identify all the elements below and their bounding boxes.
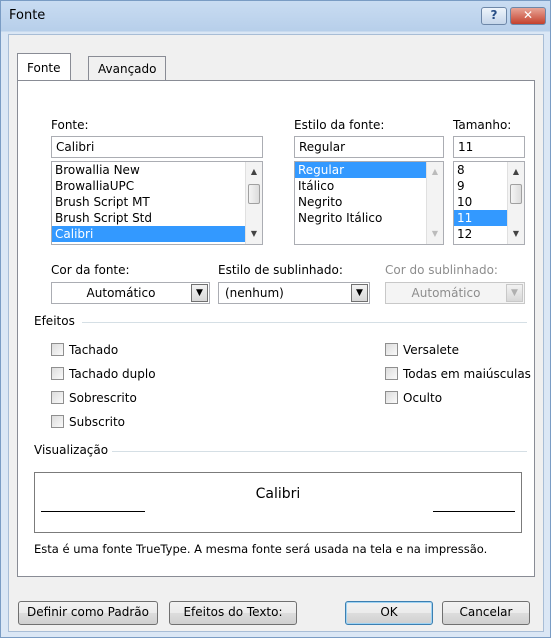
font-color-label: Cor da fonte: — [51, 263, 130, 277]
hidden-checkbox[interactable]: Oculto — [385, 391, 442, 405]
style-input[interactable]: Regular — [294, 136, 444, 158]
small-caps-checkbox[interactable]: Versalete — [385, 343, 459, 357]
font-list-item[interactable]: Brush Script MT — [52, 194, 262, 210]
ok-button[interactable]: OK — [345, 601, 433, 625]
preview-line-right — [433, 511, 515, 512]
tab-fonte[interactable]: Fonte — [17, 53, 71, 80]
scroll-down-icon[interactable]: ▼ — [427, 226, 443, 242]
style-label: Estilo da fonte: — [294, 118, 385, 132]
checkbox-box[interactable] — [51, 367, 64, 380]
subscript-label: Subscrito — [69, 415, 126, 429]
chevron-down-icon[interactable]: ▼ — [191, 284, 208, 302]
strikethrough-label: Tachado — [69, 343, 119, 357]
scroll-up-icon[interactable]: ▲ — [508, 164, 524, 180]
strikethrough-checkbox[interactable]: Tachado — [51, 343, 118, 357]
checkbox-box[interactable] — [385, 391, 398, 404]
cancel-button[interactable]: Cancelar — [442, 601, 530, 625]
hidden-label: Oculto — [403, 391, 443, 405]
subscript-checkbox[interactable]: Subscrito — [51, 415, 125, 429]
preview-line-left — [41, 511, 145, 512]
font-list-item-selected[interactable]: Calibri — [52, 226, 262, 242]
scroll-down-icon[interactable]: ▼ — [508, 226, 524, 242]
scroll-up-icon[interactable]: ▲ — [246, 164, 262, 180]
double-strikethrough-label: Tachado duplo — [69, 367, 156, 381]
double-strikethrough-checkbox[interactable]: Tachado duplo — [51, 367, 156, 381]
font-label: Fonte: — [51, 118, 89, 132]
superscript-label: Sobrescrito — [69, 391, 137, 405]
preview-divider — [112, 451, 527, 452]
close-button[interactable]: ✕ — [510, 7, 546, 25]
small-caps-label: Versalete — [403, 343, 460, 357]
preview-group-label: Visualização — [34, 443, 109, 457]
style-list[interactable]: Regular Itálico Negrito Negrito Itálico … — [294, 161, 444, 245]
checkbox-box[interactable] — [385, 343, 398, 356]
underline-color-value: Automático — [411, 286, 481, 300]
font-list[interactable]: Browallia New BrowalliaUPC Brush Script … — [51, 161, 263, 245]
checkbox-box[interactable] — [51, 415, 64, 428]
all-caps-label: Todas em maiúsculas — [403, 367, 531, 381]
superscript-checkbox[interactable]: Sobrescrito — [51, 391, 137, 405]
effects-group-label: Efeitos — [34, 314, 75, 328]
underline-color-label: Cor do sublinhado: — [385, 263, 498, 277]
effects-divider — [82, 322, 527, 323]
underline-style-dropdown[interactable]: (nenhum) ▼ — [218, 282, 370, 304]
set-default-button[interactable]: Definir como Padrão — [18, 601, 158, 625]
checkbox-box[interactable] — [51, 391, 64, 404]
style-list-scrollbar[interactable]: ▲ ▼ — [426, 162, 443, 244]
font-list-item[interactable]: Browallia New — [52, 162, 262, 178]
scroll-down-icon[interactable]: ▼ — [246, 226, 262, 242]
font-color-value: Automático — [86, 286, 156, 300]
font-dialog: Fonte ? ✕ Fonte Avançado Fonte: Calibri … — [0, 0, 551, 638]
font-input[interactable]: Calibri — [51, 136, 263, 158]
underline-color-dropdown: Automático ▼ — [385, 282, 525, 304]
underline-style-label: Estilo de sublinhado: — [218, 263, 343, 277]
font-color-dropdown[interactable]: Automático ▼ — [51, 282, 210, 304]
scroll-up-icon[interactable]: ▲ — [427, 164, 443, 180]
scroll-thumb[interactable] — [510, 184, 522, 204]
underline-style-value: (nenhum) — [225, 286, 284, 300]
font-list-item[interactable]: Brush Script Std — [52, 210, 262, 226]
text-effects-button[interactable]: Efeitos do Texto: — [169, 601, 297, 625]
size-list[interactable]: 8 9 10 11 12 ▲ ▼ — [453, 161, 525, 245]
chevron-down-icon[interactable]: ▼ — [351, 284, 368, 302]
title-bar[interactable]: Fonte ? ✕ — [1, 1, 550, 33]
dialog-title: Fonte — [9, 8, 46, 23]
style-list-item[interactable]: Negrito — [295, 194, 443, 210]
tab-avancado[interactable]: Avançado — [88, 56, 167, 80]
style-list-item[interactable]: Negrito Itálico — [295, 210, 443, 226]
size-input[interactable]: 11 — [453, 136, 525, 158]
chevron-down-icon: ▼ — [506, 284, 523, 302]
scroll-thumb[interactable] — [248, 184, 260, 204]
checkbox-box[interactable] — [385, 367, 398, 380]
all-caps-checkbox[interactable]: Todas em maiúsculas — [385, 367, 531, 381]
style-list-item[interactable]: Itálico — [295, 178, 443, 194]
size-label: Tamanho: — [453, 118, 512, 132]
preview-sample-text: Calibri — [255, 486, 301, 502]
checkbox-box[interactable] — [51, 343, 64, 356]
font-list-scrollbar[interactable]: ▲ ▼ — [245, 162, 262, 244]
font-list-item[interactable]: BrowalliaUPC — [52, 178, 262, 194]
size-list-scrollbar[interactable]: ▲ ▼ — [507, 162, 524, 244]
style-list-item-selected[interactable]: Regular — [295, 162, 443, 178]
preview-note: Esta é uma fonte TrueType. A mesma fonte… — [34, 542, 488, 556]
dialog-body: Fonte Avançado Fonte: Calibri Browallia … — [8, 34, 544, 632]
preview-box: Calibri — [34, 472, 522, 533]
help-button[interactable]: ? — [481, 7, 507, 25]
